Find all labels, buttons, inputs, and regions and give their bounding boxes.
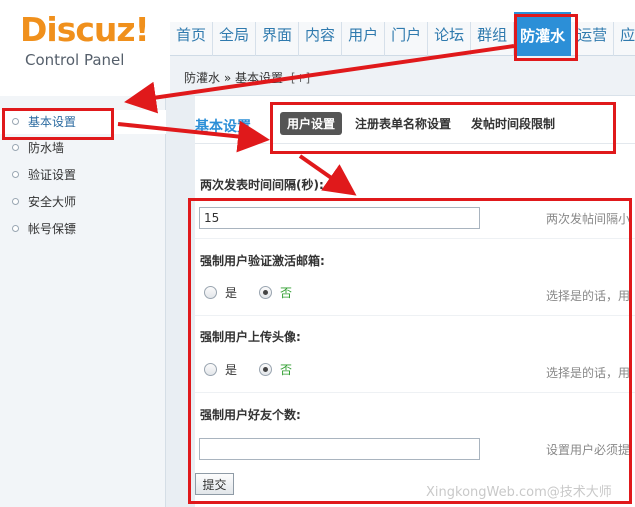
sidebar-item-label: 防水墙 [28,141,65,155]
nav-interface[interactable]: 界面 [256,22,300,56]
nav-groups[interactable]: 群组 [471,22,515,56]
annotation-box-basic-settings [2,108,114,140]
nav-portal[interactable]: 门户 [385,22,429,56]
logo-text: Discuz! [20,10,150,49]
annotation-box-anti-flood-tab [514,14,578,61]
nav-forum[interactable]: 论坛 [428,22,472,56]
annotation-box-sub-tabs [270,102,616,154]
post-interval-label: 两次发表时间间隔(秒): [200,178,324,192]
sidebar-item-label: 验证设置 [28,168,77,182]
bullet-icon [12,171,19,178]
section-title: 基本设置 [195,119,251,135]
sidebar-item-label: 安全大师 [28,195,77,209]
nav-home[interactable]: 首页 [170,22,214,56]
sidebar-item-label: 帐号保镖 [28,222,77,236]
bullet-icon [12,198,19,205]
nav-content[interactable]: 内容 [299,22,343,56]
breadcrumb: 防灌水 » 基本设置 [+] [184,69,310,86]
nav-global[interactable]: 全局 [213,22,257,56]
sidebar-item-security-master[interactable]: 安全大师 [0,190,166,214]
bullet-icon [12,144,19,151]
discuz-logo[interactable]: Discuz! Control Panel [0,0,170,96]
breadcrumb-path: 防灌水 » 基本设置 [184,71,283,85]
nav-users[interactable]: 用户 [342,22,386,56]
logo-subtitle: Control Panel [25,51,125,69]
sidebar: 基本设置 防水墙 验证设置 安全大师 帐号保镖 [0,96,166,507]
sidebar-item-verification[interactable]: 验证设置 [0,163,166,187]
breadcrumb-bar: 防灌水 » 基本设置 [+] [170,56,635,96]
nav-more[interactable]: 应 [614,22,635,56]
annotation-box-settings-form [188,198,632,504]
sidebar-item-account-guard[interactable]: 帐号保镖 [0,217,166,241]
breadcrumb-add-shortcut[interactable]: [+] [291,71,310,85]
bullet-icon [12,225,19,232]
